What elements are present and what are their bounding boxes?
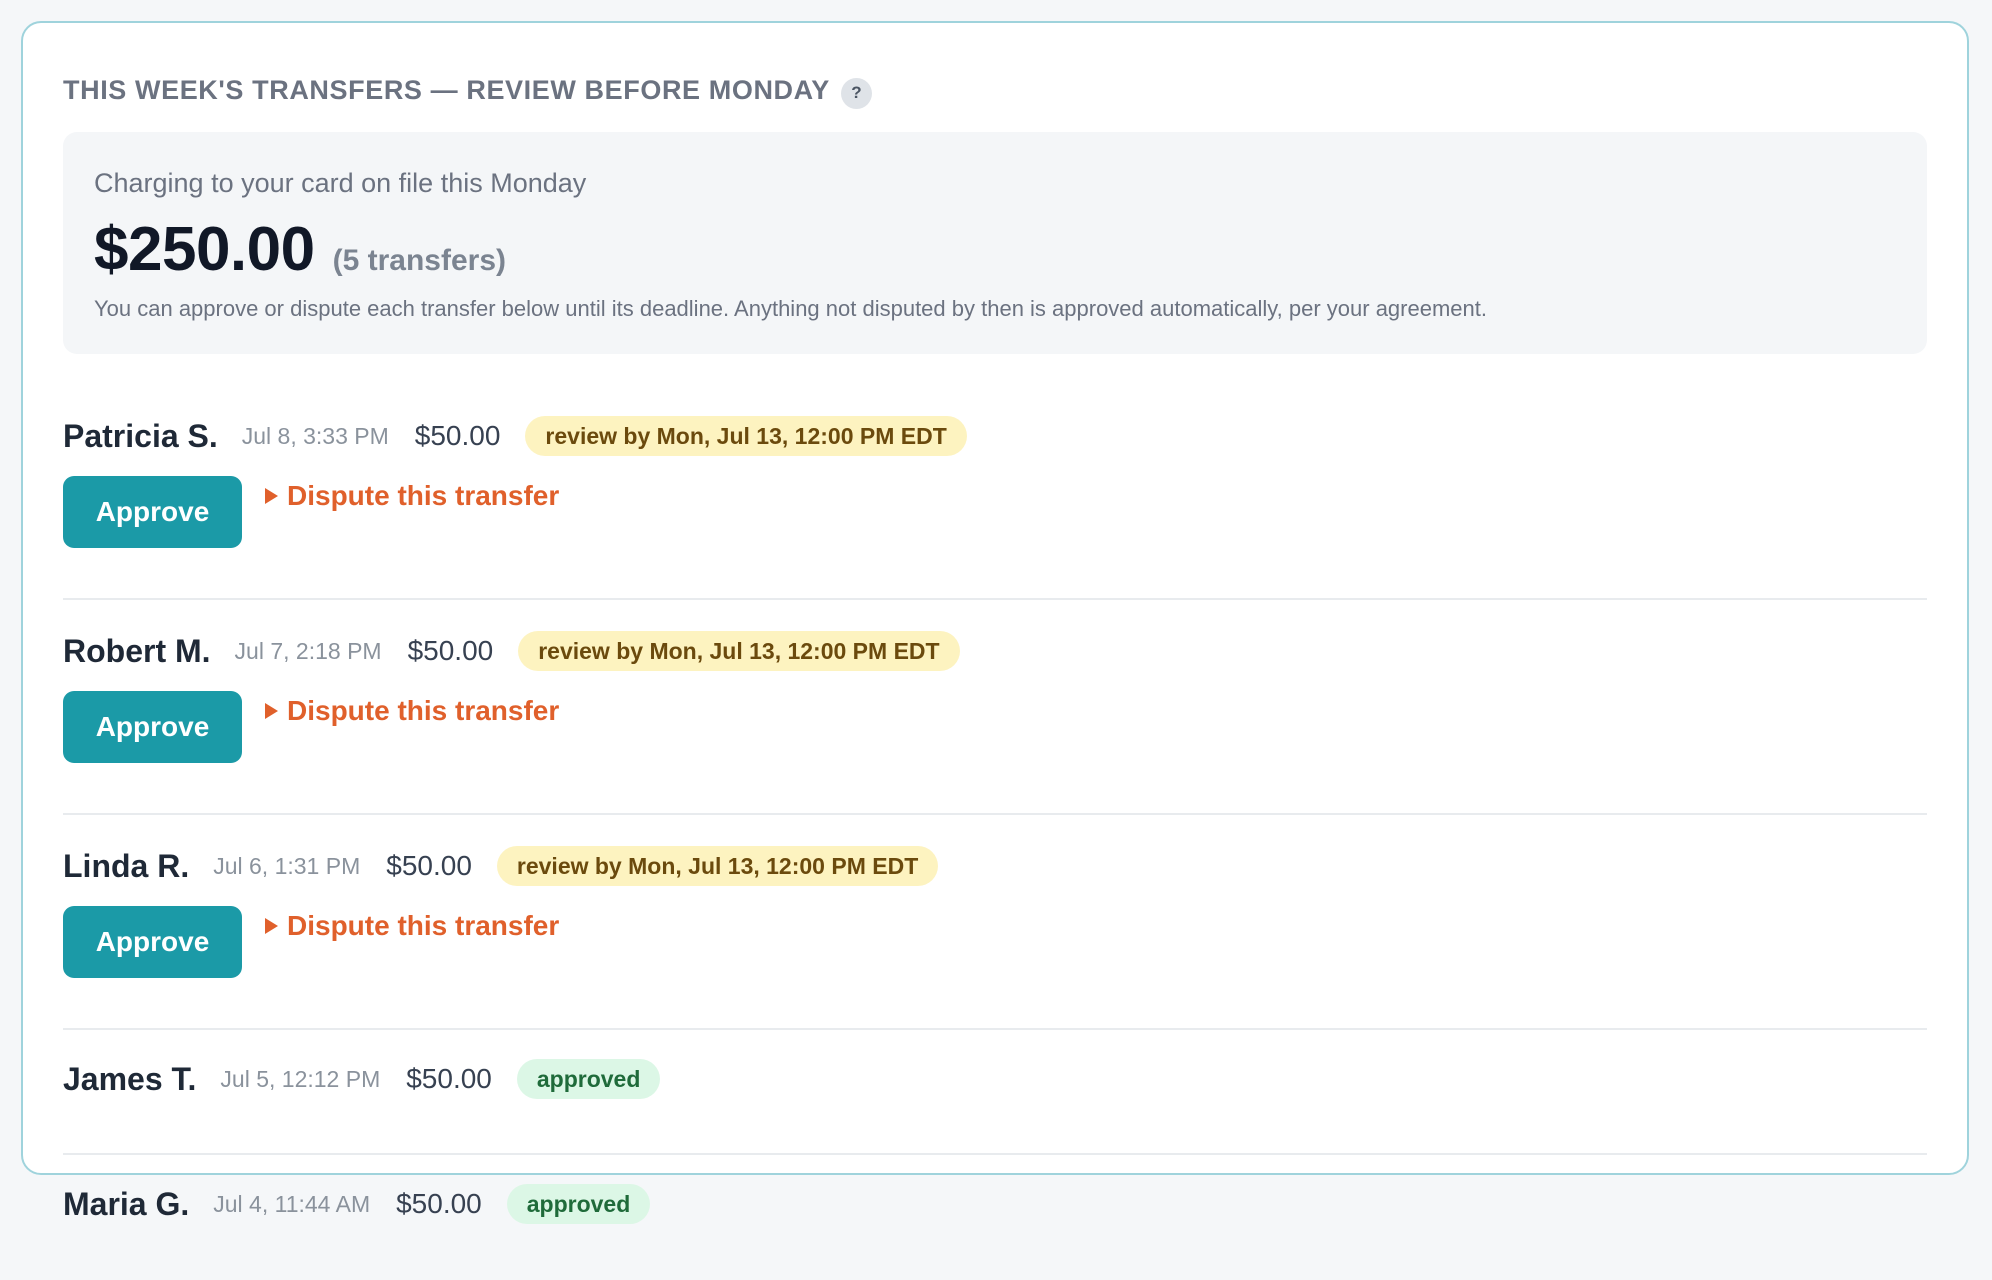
transfer-time: Jul 8, 3:33 PM [241,422,389,449]
dispute-toggle[interactable]: Dispute this transfer [265,694,559,728]
payer-name: James T. [63,1060,197,1097]
transfer-count: (5 transfers) [332,244,507,277]
summary-amount-row: $250.00 (5 transfers) [94,214,1896,284]
approve-button[interactable]: Approve [63,906,242,978]
total-amount: $250.00 [94,215,315,284]
transfer-time: Jul 6, 1:31 PM [213,852,361,879]
dispute-label: Dispute this transfer [287,480,560,511]
card-header: THIS WEEK'S TRANSFERS — REVIEW BEFORE MO… [63,68,1927,112]
caret-right-icon [265,918,278,934]
dispute-label: Dispute this transfer [287,910,560,941]
transfers-card: THIS WEEK'S TRANSFERS — REVIEW BEFORE MO… [21,21,1969,1224]
dispute-toggle[interactable]: Dispute this transfer [265,479,559,513]
transfer-amount: $50.00 [407,635,494,666]
help-icon[interactable]: ? [840,77,872,109]
transfer-amount: $50.00 [396,1188,482,1219]
transfer-actions: Approve Dispute this transfer [63,906,1927,978]
transfer-actions: Approve Dispute this transfer [63,691,1927,763]
approved-badge: approved [516,1059,661,1099]
payer-name: Robert M. [63,632,211,669]
approved-badge: approved [506,1184,651,1224]
transfer-info: Linda R. Jul 6, 1:31 PM $50.00 review by… [63,844,1927,888]
summary-note: You can approve or dispute each transfer… [94,296,1487,321]
transfer-amount: $50.00 [414,420,501,451]
caret-right-icon [265,703,278,719]
dispute-label: Dispute this transfer [287,695,560,726]
transfer-row: Robert M. Jul 7, 2:18 PM $50.00 review b… [63,629,1927,815]
payer-name: Patricia S. [63,417,218,454]
transfer-amount: $50.00 [386,850,472,881]
review-deadline-badge: review by Mon, Jul 13, 12:00 PM EDT [525,416,967,456]
dispute-toggle[interactable]: Dispute this transfer [265,909,559,943]
summary-caption: Charging to your card on file this Monda… [94,168,587,198]
transfer-time: Jul 5, 12:12 PM [220,1065,381,1092]
review-deadline-badge: review by Mon, Jul 13, 12:00 PM EDT [518,631,960,671]
charge-summary: Charging to your card on file this Monda… [63,132,1927,354]
transfer-info: James T. Jul 5, 12:12 PM $50.00 approved [63,1057,1927,1101]
transfer-time: Jul 4, 11:44 AM [213,1190,371,1217]
transfer-row: Patricia S. Jul 8, 3:33 PM $50.00 review… [63,414,1927,600]
approve-button[interactable]: Approve [63,691,242,763]
caret-right-icon [265,488,278,504]
page-title: THIS WEEK'S TRANSFERS — REVIEW BEFORE MO… [63,74,830,105]
review-deadline-badge: review by Mon, Jul 13, 12:00 PM EDT [496,846,939,886]
payer-name: Maria G. [63,1185,190,1222]
transfer-amount: $50.00 [406,1063,492,1094]
transfer-row: Maria G. Jul 4, 11:44 AM $50.00 approved [63,1182,1927,1280]
transfer-row: Linda R. Jul 6, 1:31 PM $50.00 review by… [63,844,1927,1030]
transfer-row: James T. Jul 5, 12:12 PM $50.00 approved [63,1057,1927,1155]
transfer-list: Patricia S. Jul 8, 3:33 PM $50.00 review… [63,414,1927,1280]
transfer-info: Maria G. Jul 4, 11:44 AM $50.00 approved [63,1182,1927,1226]
approve-button[interactable]: Approve [63,476,242,548]
payer-name: Linda R. [63,847,190,884]
transfer-time: Jul 7, 2:18 PM [234,637,382,664]
transfer-info: Robert M. Jul 7, 2:18 PM $50.00 review b… [63,629,1927,673]
transfer-actions: Approve Dispute this transfer [63,476,1927,548]
transfer-info: Patricia S. Jul 8, 3:33 PM $50.00 review… [63,414,1927,458]
